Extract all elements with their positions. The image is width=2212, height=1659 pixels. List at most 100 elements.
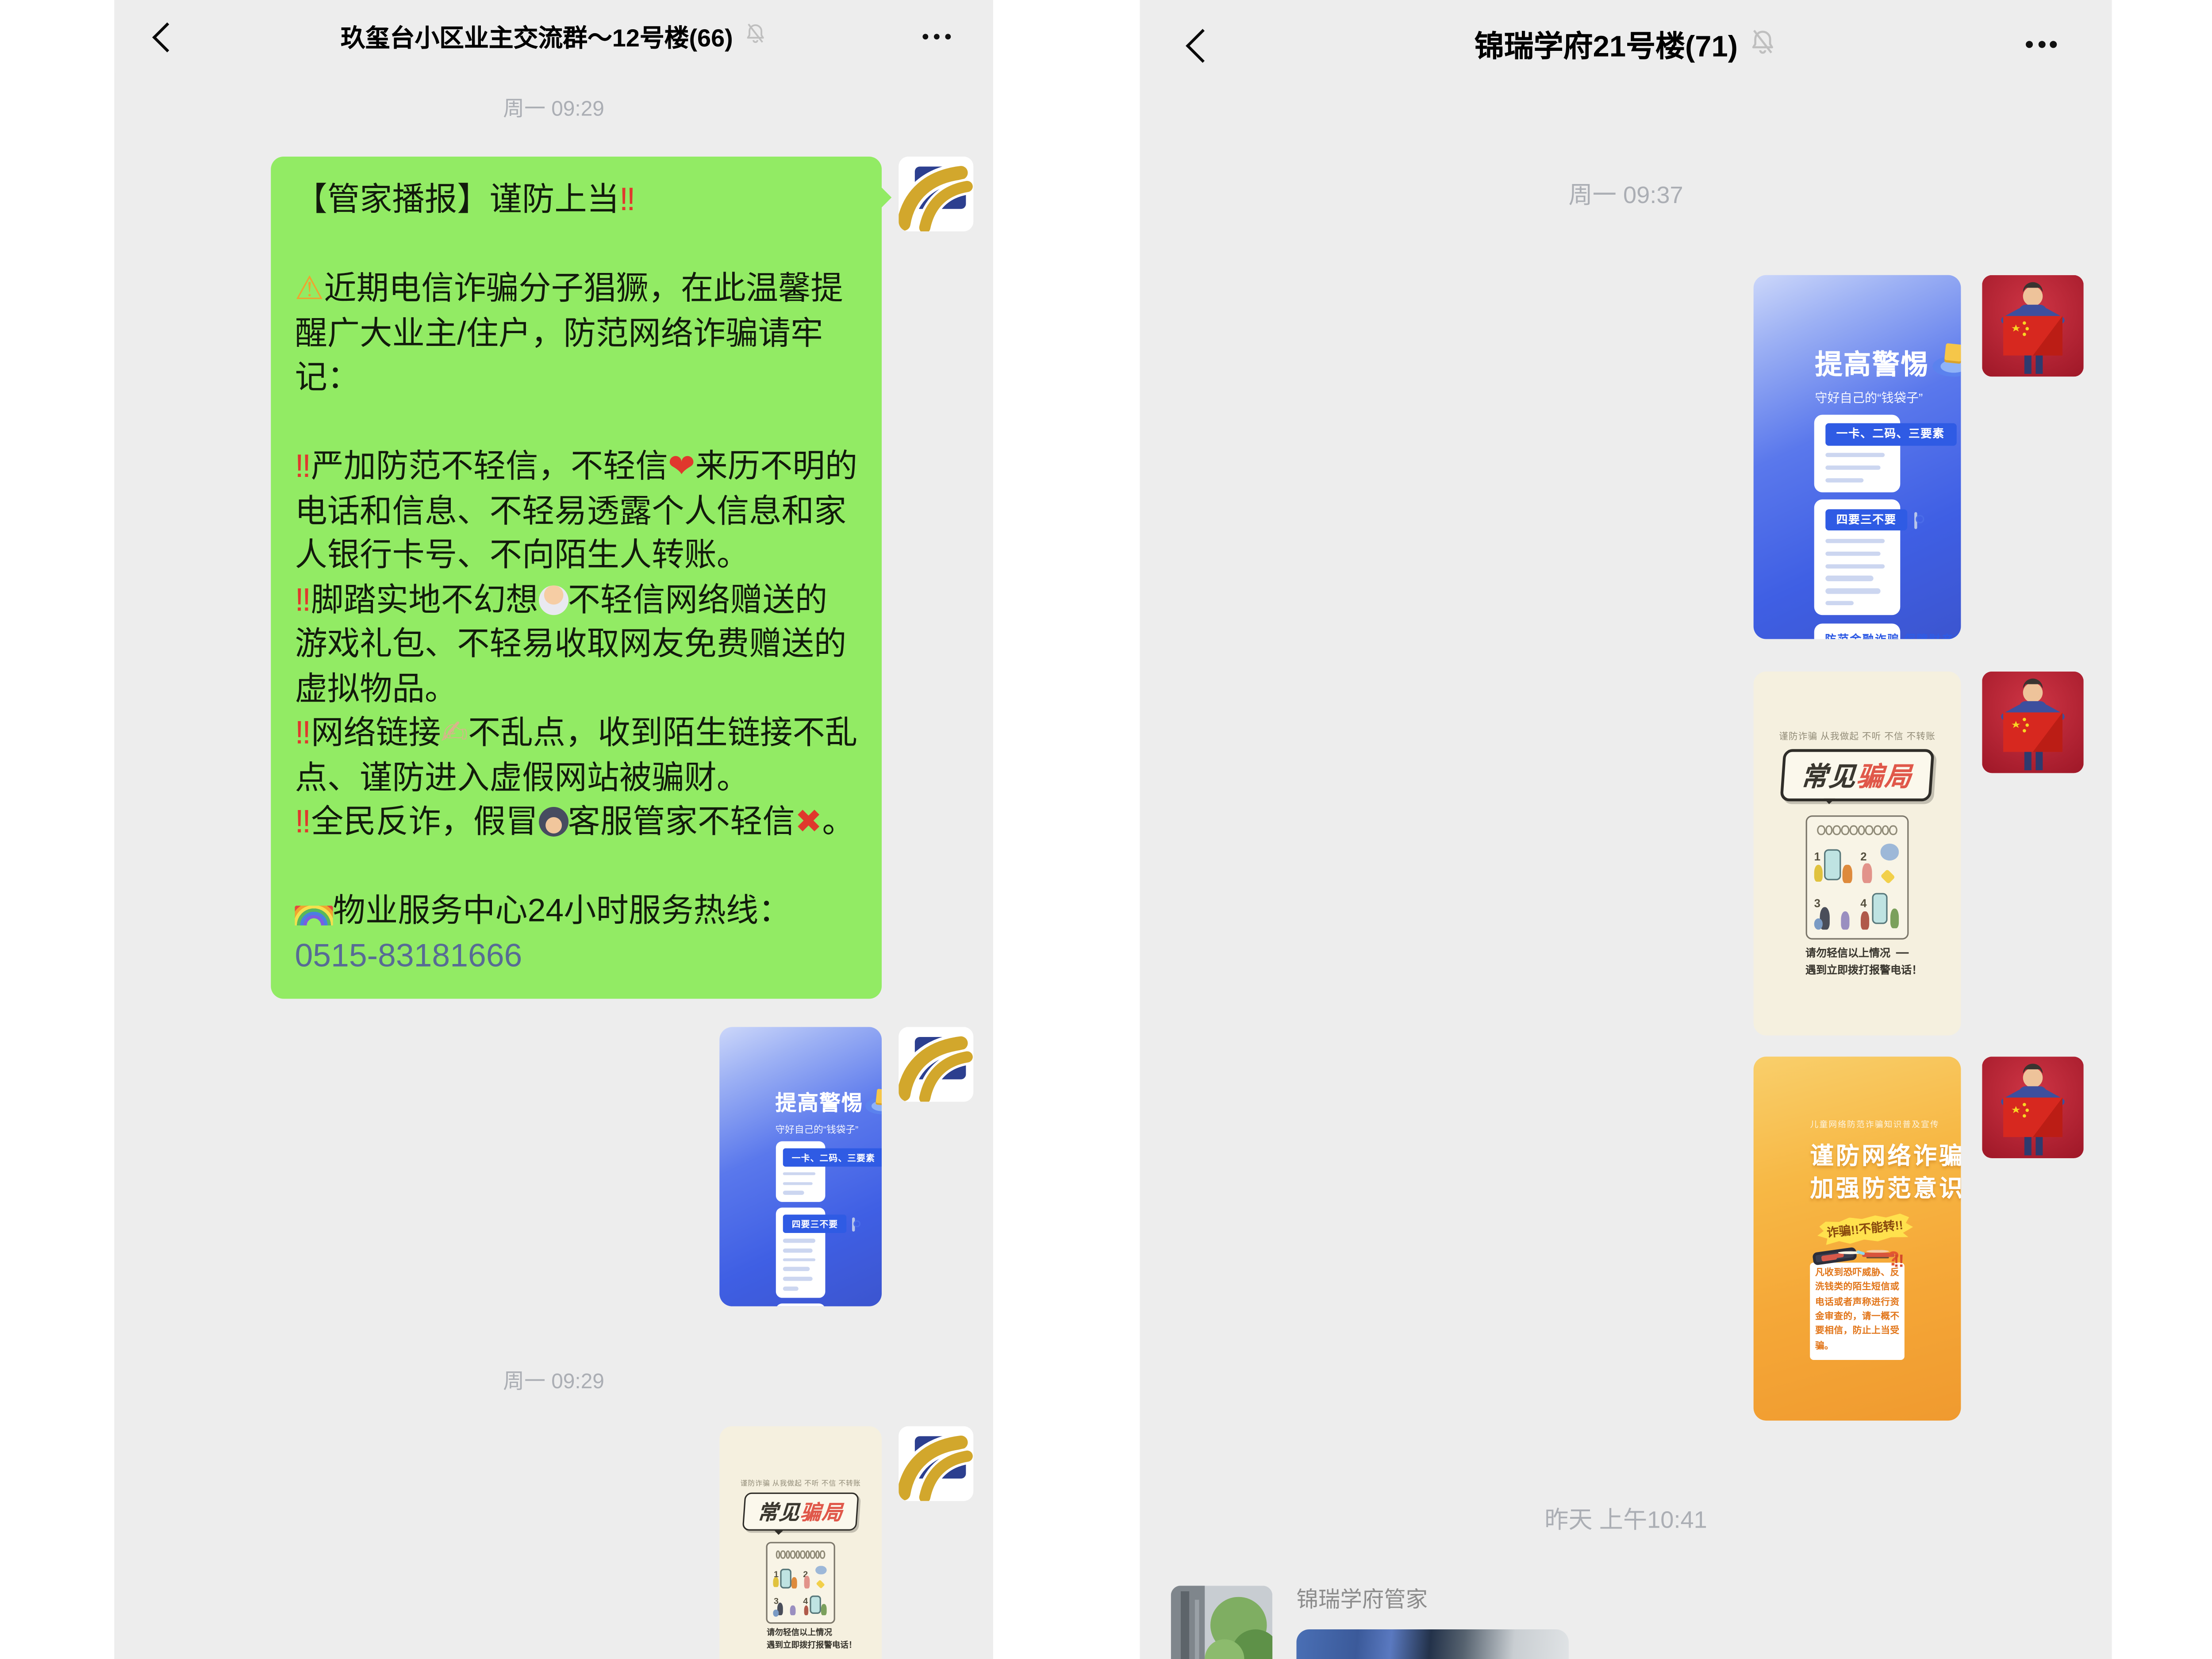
more-menu-icon[interactable] [922,34,951,40]
search-icon [852,1217,854,1231]
poster-alert-header: 提高警惕 守好自己的“钱袋子” [775,1087,826,1135]
poster-scam-footer: 请勿轻信以上情况 遇到立即拨打报警电话！ [1805,945,1909,979]
chat-header: 玖玺台小区业主交流群～12号楼(66) [114,0,993,73]
rainbow-emoji [295,906,333,926]
poster-fraud-cartoon: ? !! [1810,1249,1905,1262]
pill-label: 四要三不要 [1825,509,1908,531]
back-icon[interactable] [1186,29,1220,63]
back-icon[interactable] [152,23,182,53]
poster-alert-title: 提高警惕 [775,1087,863,1117]
poster-scam-title-black: 常见 [1800,761,1858,791]
mute-bell-icon [743,21,767,52]
boy-figure [1866,1249,1888,1252]
avatar-flag-kid[interactable] [1982,672,2084,773]
comic-panel-4: 4 [803,1593,827,1616]
bangbang-emoji: ‼ [619,180,636,217]
message-paragraph: ‼网络链接✍不乱点，收到陌生链接不乱点、谨防进入虚假网站被骗财。 [295,711,857,800]
avatar-community-photo[interactable] [1171,1586,1273,1659]
poster-alert-card2: 四要三不要 [1815,500,1899,615]
poster-scam-frame: 1 2 3 4 [1805,815,1909,939]
comic-panel-2: 2 [1860,844,1900,883]
pill-label: 四要三不要 [783,1215,847,1233]
broadcast-message-bubble[interactable]: 【管家播报】谨防上当‼ ⚠近期电信诈骗分子猖獗，在此温馨提醒广大业主/住户，防范网… [271,157,882,999]
avatar-flag-kid[interactable] [1982,275,2084,377]
avatar-property-logo[interactable] [899,1027,973,1102]
poster-scam-title-bubble: 常见骗局 [742,1493,859,1531]
money-box-icon [863,1087,882,1117]
chat-screen-left: 玖玺台小区业主交流群～12号楼(66) 周一 09:29 【管家播报】谨防上当‼… [114,0,993,1659]
message-paragraph: 【管家播报】谨防上当‼ [295,178,857,222]
writing-emoji: ✍ [441,714,468,751]
hotline-phone-link[interactable]: 0515-83181666 [295,933,857,977]
incoming-image[interactable] [1296,1629,1568,1659]
bangbang-emoji: ‼ [295,580,311,617]
search-icon [1914,511,1917,529]
poster-scam-footer: 请勿轻信以上情况 遇到立即拨打报警电话！ [767,1628,834,1654]
money-box-icon [1929,341,1961,380]
comic-panel-3: 3 [774,1593,798,1616]
person-emoji [538,585,568,614]
blank-line [295,400,857,444]
avatar-flag-kid[interactable] [1982,1056,2084,1158]
more-menu-icon[interactable] [2026,41,2057,48]
poster-fraud-footer: 凡收到恐吓威胁、反洗钱类的陌生短信或电话或者声称进行资金审查的，请一概不要相信，… [1810,1262,1905,1359]
message-row-broadcast: 【管家播报】谨防上当‼ ⚠近期电信诈骗分子猖獗，在此温馨提醒广大业主/住户，防范网… [114,157,993,999]
cross-emoji: ✖ [795,803,822,839]
mute-bell-icon [1747,27,1777,64]
sender-name: 锦瑞学府管家 [1296,1586,1428,1617]
avatar-property-logo[interactable] [899,1426,973,1501]
bubble-tail [880,186,892,209]
timestamp: 昨天 上午10:41 [1140,1500,2112,1535]
detective-emoji [538,807,568,837]
message-paragraph: ‼脚踏实地不幻想不轻信网络赠送的游戏礼包、不轻易收取网友免费赠送的虚拟物品。 [295,578,857,711]
timestamp: 周一 09:29 [114,93,993,123]
message-paragraph: ‼严加防范不轻信，不轻信❤来历不明的电话和信息、不轻易透露个人信息和家人银行卡号… [295,444,857,577]
pill-label: 一卡、二码、三要素 [783,1148,882,1166]
poster-scam-title-black: 常见 [757,1503,801,1525]
comic-panel-1: 1 [1814,844,1854,883]
avatar-property-logo[interactable] [899,157,973,231]
chat-screen-right: 锦瑞学府21号楼(71) 周一 09:37 提高警惕 守好自己的“钱袋子” 一卡… [1140,0,2112,1659]
poster-scam-title-red: 骗局 [800,1503,845,1525]
poster-alert-card3: 防范金融诈骗 保障财产安全 [775,1304,826,1306]
comic-panel-1: 1 [774,1565,798,1588]
poster-image-scam[interactable]: 谨防诈骗 从我做起 不听 不信 不转账 常见骗局 1 2 3 4 请勿轻信以上情… [1754,672,1961,1036]
timestamp: 周一 09:37 [1140,175,2112,210]
bangbang-emoji: ‼ [295,714,311,751]
incoming-content: 锦瑞学府管家 [1296,1586,1568,1659]
bangbang-emoji: ‼ [295,447,311,484]
blank-line [295,844,857,888]
poster-image-fraud[interactable]: 儿童网络防范诈骗知识普及宣传 谨防网络诈骗 加强防范意识 诈骗!!不能转!! ?… [1754,1056,1961,1421]
monitor-shape [1813,1246,1857,1264]
poster-scam-frame: 1 2 3 4 [767,1543,834,1624]
poster-alert-card2: 四要三不要 [775,1208,826,1297]
poster-fraud-title: 谨防网络诈骗 加强防范意识 [1810,1140,1905,1206]
poster-fraud-topline: 儿童网络防范诈骗知识普及宣传 [1810,1118,1905,1131]
poster-image-alert[interactable]: 提高警惕 守好自己的“钱袋子” 一卡、二码、三要素 四要三不要 防范金融诈骗 保… [719,1027,882,1306]
page-root: 玖玺台小区业主交流群～12号楼(66) 周一 09:29 【管家播报】谨防上当‼… [0,0,2212,1659]
timestamp: 周一 09:29 [114,1366,993,1395]
message-row-image: 提高警惕 守好自己的“钱袋子” 一卡、二码、三要素 四要三不要 防范金融诈骗 保… [1140,275,2112,639]
poster-alert-subtitle: 守好自己的“钱袋子” [775,1121,863,1135]
message-paragraph: ⚠近期电信诈骗分子猖獗，在此温馨提醒广大业主/住户，防范网络诈骗请牢记： [295,267,857,400]
comic-panel-4: 4 [1860,890,1900,929]
poster-alert-footer: 防范金融诈骗 保障财产安全 [1825,632,1889,639]
message-paragraph: ‼全民反诈，假冒客服管家不轻信✖。 [295,800,857,844]
poster-fraud-bubble: 诈骗!!不能转!! [1816,1212,1914,1248]
poster-scam-topline: 谨防诈骗 从我做起 不听 不信 不转账 [1779,728,1936,742]
poster-alert-subtitle: 守好自己的“钱袋子” [1815,388,1929,406]
text-bubble-wrap: 【管家播报】谨防上当‼ ⚠近期电信诈骗分子猖獗，在此温馨提醒广大业主/住户，防范网… [271,157,882,999]
poster-scam-topline: 谨防诈骗 从我做起 不听 不信 不转账 [741,1478,861,1487]
poster-alert-card1: 一卡、二码、三要素 [775,1141,826,1202]
poster-scam-title-red: 骗局 [1856,761,1914,791]
poster-image-scam[interactable]: 谨防诈骗 从我做起 不听 不信 不转账 常见骗局 1 2 3 4 请勿轻信以上情… [719,1426,882,1659]
heart-emoji: ❤ [668,447,695,484]
bangbang-emoji: ‼ [295,803,311,839]
chat-title: 锦瑞学府21号楼(71) [1475,24,1738,66]
poster-alert-title: 提高警惕 [1815,341,1929,382]
poster-scam-title-bubble: 常见骗局 [1780,749,1934,800]
message-row-image: 谨防诈骗 从我做起 不听 不信 不转账 常见骗局 1 2 3 4 请勿轻信以上情… [1140,672,2112,1036]
message-row-image: 提高警惕 守好自己的“钱袋子” 一卡、二码、三要素 四要三不要 防范金融诈骗 保… [114,1027,993,1306]
poster-alert-header: 提高警惕 守好自己的“钱袋子” [1815,341,1899,406]
poster-image-alert[interactable]: 提高警惕 守好自己的“钱袋子” 一卡、二码、三要素 四要三不要 防范金融诈骗 保… [1754,275,1961,639]
